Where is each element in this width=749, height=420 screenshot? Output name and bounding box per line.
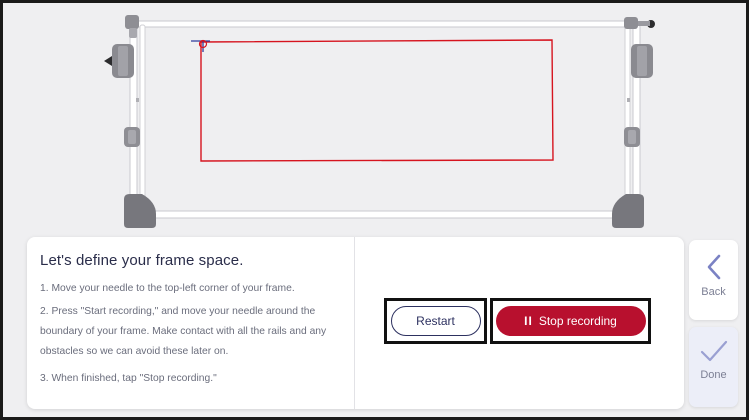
top-right-clamp: [624, 17, 638, 29]
stop-recording-button[interactable]: II Stop recording: [495, 306, 646, 336]
chevron-left-icon: [707, 254, 720, 280]
pause-icon: II: [524, 314, 533, 328]
left-foot: [124, 194, 156, 228]
stop-highlight: II Stop recording: [490, 298, 651, 344]
back-label: Back: [701, 286, 726, 298]
back-button[interactable]: Back: [689, 240, 738, 320]
stop-recording-label: Stop recording: [538, 314, 617, 328]
checkmark-icon: [700, 340, 727, 362]
recorded-boundary: [200, 39, 554, 162]
instructions-section: Let's define your frame space. 1. Move y…: [27, 237, 355, 409]
left-rail-inner: [139, 24, 146, 216]
done-button[interactable]: Done: [689, 327, 738, 407]
restart-button[interactable]: Restart: [390, 306, 481, 336]
bottom-rail: [139, 210, 626, 219]
instruction-step-3: 3. When finished, tap "Stop recording.": [40, 373, 217, 384]
instructions-title: Let's define your frame space.: [40, 252, 244, 269]
top-left-clamp: [125, 15, 139, 29]
right-foot: [612, 194, 644, 228]
instruction-panel: Let's define your frame space. 1. Move y…: [27, 237, 684, 409]
instruction-step-1: 1. Move your needle to the top-left corn…: [40, 283, 295, 294]
right-rail-inner: [624, 24, 631, 216]
instruction-step-2: 2. Press "Start recording," and move you…: [40, 306, 327, 357]
restart-highlight: Restart: [384, 298, 487, 344]
done-label: Done: [700, 369, 727, 381]
recording-controls: Restart II Stop recording: [356, 237, 684, 409]
top-rail: [134, 20, 634, 28]
